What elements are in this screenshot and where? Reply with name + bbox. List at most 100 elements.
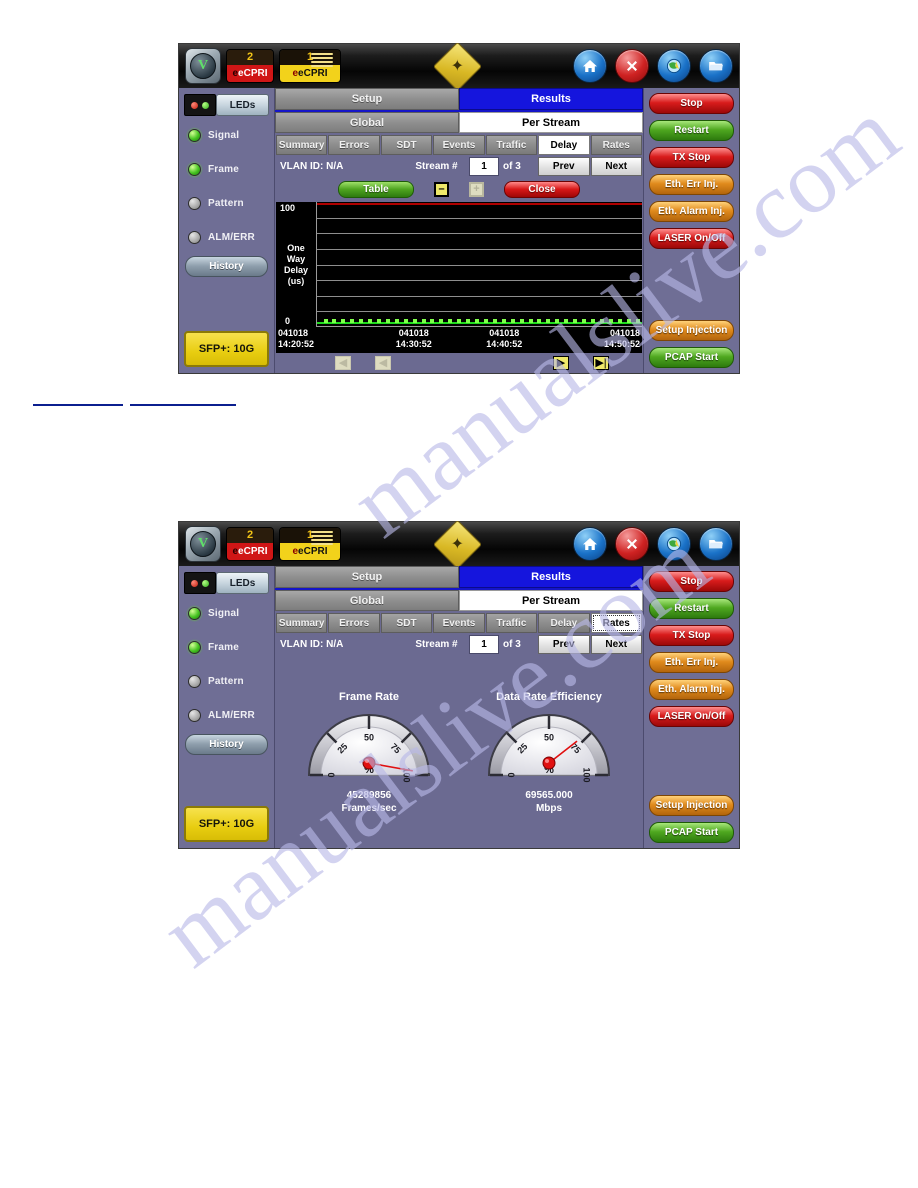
pcap-start-button[interactable]: PCAP Start xyxy=(649,822,734,843)
globe-icon[interactable] xyxy=(657,49,691,83)
tab-errors[interactable]: Errors xyxy=(328,135,380,155)
led-indicator-pattern xyxy=(188,674,201,688)
stop-button[interactable]: Stop xyxy=(649,93,734,114)
tab-per-stream[interactable]: Per Stream xyxy=(459,112,643,133)
tab-errors[interactable]: Errors xyxy=(328,613,380,633)
nav-next-button[interactable]: ▶ xyxy=(553,356,569,370)
laser-onoff-button[interactable]: LASER On/Off xyxy=(649,228,734,249)
prev-button[interactable]: Prev xyxy=(538,635,590,654)
tx-stop-button[interactable]: TX Stop xyxy=(649,625,734,646)
eth-alarm-inj-button[interactable]: Eth. Alarm Inj. xyxy=(649,201,734,222)
pcap-start-button[interactable]: PCAP Start xyxy=(649,347,734,368)
stream-number-input[interactable]: 1 xyxy=(469,635,499,654)
threshold-line xyxy=(317,203,642,205)
tab-traffic[interactable]: Traffic xyxy=(485,613,538,633)
gauge-dial: 0255075100% xyxy=(487,713,611,782)
veex-logo-icon[interactable]: V xyxy=(185,526,221,562)
restart-button[interactable]: Restart xyxy=(649,598,734,619)
chart-plot-area[interactable] xyxy=(316,202,642,327)
port-button-2[interactable]: 2 e eCPRI xyxy=(226,49,274,83)
globe-icon[interactable] xyxy=(657,527,691,561)
tab-delay[interactable]: Delay xyxy=(538,613,590,633)
stream-infobar: VLAN ID: N/A Stream # 1 of 3 Prev Next xyxy=(275,157,643,176)
tab-results[interactable]: Results xyxy=(459,566,643,588)
device-screen: LEDs Signal Frame Pattern ALM/ERR Histor… xyxy=(179,88,739,373)
device-screen: LEDs Signal Frame Pattern ALM/ERR Histor… xyxy=(179,566,739,848)
rate-gauges: Frame Rate 0 25 50 75 100% 45289856 Frames/s… xyxy=(275,654,643,848)
prev-button[interactable]: Prev xyxy=(538,157,590,176)
port-button-2[interactable]: 2 e eCPRI xyxy=(226,527,274,561)
tab-results[interactable]: Results xyxy=(459,88,643,110)
next-button[interactable]: Next xyxy=(590,635,642,654)
tab-setup[interactable]: Setup xyxy=(275,88,459,110)
chart-data-point xyxy=(403,319,408,323)
folder-icon[interactable] xyxy=(699,49,733,83)
tab-summary[interactable]: Summary xyxy=(276,135,328,155)
folder-icon[interactable] xyxy=(699,527,733,561)
home-icon[interactable] xyxy=(573,49,607,83)
table-button[interactable]: Table xyxy=(338,180,414,198)
nav-last-button[interactable]: ▶| xyxy=(593,356,609,370)
home-icon[interactable] xyxy=(573,527,607,561)
chart-data-point xyxy=(457,319,462,323)
tab-events[interactable]: Events xyxy=(433,613,485,633)
tab-events[interactable]: Events xyxy=(433,135,485,155)
leds-header[interactable]: LEDs xyxy=(184,94,269,116)
tab-sdt[interactable]: SDT xyxy=(380,135,433,155)
x-tick-time: 14:40:52 xyxy=(486,339,523,349)
chart-data-point xyxy=(537,319,542,323)
chart-data-point xyxy=(412,319,417,323)
laser-diamond-icon[interactable]: ✦ xyxy=(432,41,482,91)
chart-gridline xyxy=(317,311,642,313)
zoom-out-button[interactable]: – xyxy=(434,181,449,197)
tab-sdt[interactable]: SDT xyxy=(380,613,433,633)
history-button[interactable]: History xyxy=(185,256,268,277)
laser-diamond-icon[interactable]: ✦ xyxy=(432,519,482,569)
stream-number-input[interactable]: 1 xyxy=(469,157,499,176)
gauge-value: 69565.000 xyxy=(525,789,573,801)
chart-gridline xyxy=(317,248,642,250)
chart-data-point xyxy=(582,319,586,323)
chart-data-point xyxy=(350,319,355,323)
x-tick-date: 041018 xyxy=(398,328,429,338)
veex-logo-icon[interactable]: V xyxy=(185,48,221,84)
doc-link-underline[interactable] xyxy=(130,404,236,406)
port-number: 2 xyxy=(227,528,273,543)
tab-setup[interactable]: Setup xyxy=(275,566,459,588)
close-button[interactable]: Close xyxy=(504,180,580,198)
restart-button[interactable]: Restart xyxy=(649,120,734,141)
tab-rates[interactable]: Rates xyxy=(590,613,642,633)
port-button-1[interactable]: 1 e eCPRI xyxy=(279,527,341,561)
tab-rates[interactable]: Rates xyxy=(590,135,642,155)
tab-summary[interactable]: Summary xyxy=(276,613,328,633)
chart-data-point xyxy=(394,319,399,323)
tab-global[interactable]: Global xyxy=(275,112,459,133)
setup-injection-button[interactable]: Setup Injection xyxy=(649,320,734,341)
port-button-1[interactable]: 1 e eCPRI xyxy=(279,49,341,83)
doc-link-underline[interactable] xyxy=(33,404,123,406)
close-icon[interactable] xyxy=(615,49,649,83)
tab-traffic[interactable]: Traffic xyxy=(485,135,538,155)
next-button[interactable]: Next xyxy=(590,157,642,176)
tab-delay[interactable]: Delay xyxy=(538,135,590,155)
tab-per-stream[interactable]: Per Stream xyxy=(459,590,643,611)
tab-global[interactable]: Global xyxy=(275,590,459,611)
eth-err-inj-button[interactable]: Eth. Err Inj. xyxy=(649,174,734,195)
eth-err-inj-button[interactable]: Eth. Err Inj. xyxy=(649,652,734,673)
led-item-almerr: ALM/ERR xyxy=(184,698,269,732)
setup-injection-button[interactable]: Setup Injection xyxy=(649,795,734,816)
port-number: 2 xyxy=(227,50,273,65)
delay-chart: 100 One Way Delay (us) 0 041018 14:20:52… xyxy=(276,202,642,353)
laser-onoff-button[interactable]: LASER On/Off xyxy=(649,706,734,727)
chart-data-point xyxy=(341,319,346,323)
stop-button[interactable]: Stop xyxy=(649,571,734,592)
eth-alarm-inj-button[interactable]: Eth. Alarm Inj. xyxy=(649,679,734,700)
tx-stop-button[interactable]: TX Stop xyxy=(649,147,734,168)
close-icon[interactable] xyxy=(615,527,649,561)
history-button[interactable]: History xyxy=(185,734,268,755)
leds-header[interactable]: LEDs xyxy=(184,572,269,594)
y-axis-label: One Way Delay (us) xyxy=(284,213,308,316)
svg-text:50: 50 xyxy=(544,732,554,742)
primary-tabs: Setup Results xyxy=(275,566,643,590)
